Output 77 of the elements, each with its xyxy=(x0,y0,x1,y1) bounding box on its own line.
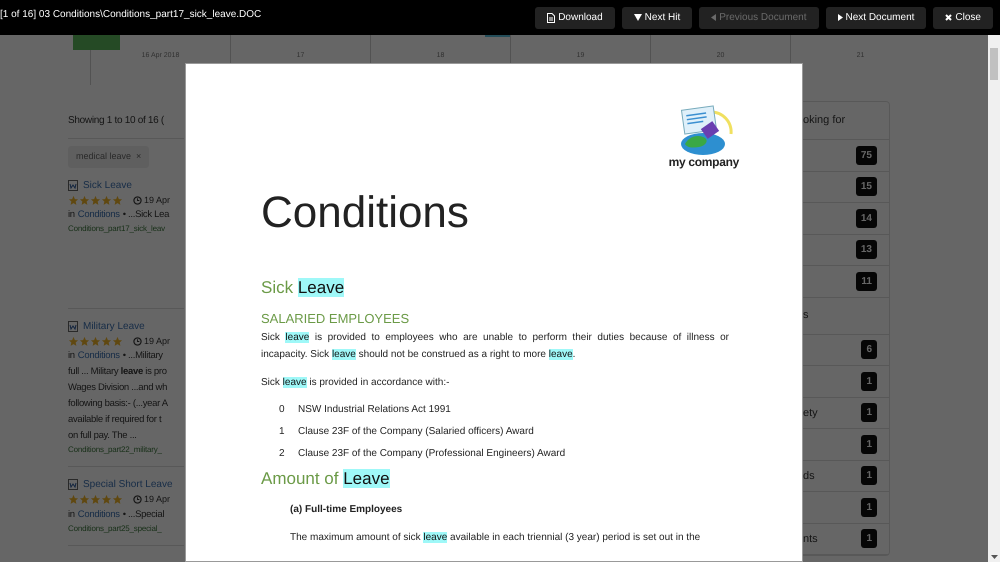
list-number: 1 xyxy=(279,424,286,438)
result-date: 19 Apr xyxy=(144,493,170,506)
count-badge: 1 xyxy=(861,372,877,391)
count-badge: 13 xyxy=(856,240,877,260)
count-badge: 1 xyxy=(861,466,877,486)
facet-heading: s xyxy=(803,308,808,324)
toolbar-button[interactable]: Next Hit xyxy=(622,6,692,28)
document-title: [1 of 16] 03 Conditions\Conditions_part17_sick_leave.DOC xyxy=(0,8,262,22)
list-number: 0 xyxy=(279,402,286,416)
facet-label: nts xyxy=(803,532,818,546)
toolbar-button[interactable]: Close xyxy=(933,6,993,28)
timeline-bar xyxy=(73,35,120,50)
category-link[interactable]: Conditions xyxy=(78,506,120,522)
triangle-down-icon xyxy=(634,14,642,21)
word-document-icon xyxy=(68,180,78,190)
count-badge: 1 xyxy=(861,498,877,517)
result-snippet: full ... Military leave is pro xyxy=(68,365,167,379)
count-badge: 6 xyxy=(861,340,877,360)
count-badge: 1 xyxy=(861,529,877,548)
result-snippet: • ...Special xyxy=(122,508,164,522)
result-filename: Conditions_part22_military_ xyxy=(68,444,162,456)
category-link[interactable]: Conditions xyxy=(78,207,120,223)
result-filename: Conditions_part25_special_ xyxy=(68,522,162,534)
list-item-text: Clause 23F of the Company (Professional Engineers) Award xyxy=(298,446,566,460)
paragraph: The maximum amount of sick leave available in each triennial (3 year) period is set out in the xyxy=(289,530,702,544)
scrollbar[interactable] xyxy=(988,35,1000,562)
list-number: 2 xyxy=(279,446,286,460)
word-document-icon xyxy=(68,479,78,490)
document-heading: Conditions xyxy=(261,191,470,235)
result-title-link[interactable]: Military Leave xyxy=(83,318,145,334)
count-badge: 15 xyxy=(856,177,877,196)
facet-label: ety xyxy=(803,406,818,420)
result-filename: Conditions_part17_sick_leav xyxy=(68,223,165,235)
paragraph: Sick leave is provided to employees who are unable to perform their duties because of illness or incapacity. Sick leave should not be construed as a right to more leave. xyxy=(261,330,729,362)
count-badge: 1 xyxy=(861,403,877,422)
result-date: 19 Apr xyxy=(144,334,170,348)
paragraph: Sick leave is provided in accordance with:- xyxy=(261,376,450,390)
result-title-link[interactable]: Special Short Leave xyxy=(83,477,173,492)
count-badge: 11 xyxy=(856,272,877,291)
clock-icon xyxy=(133,196,142,205)
scroll-down-icon[interactable] xyxy=(990,555,998,559)
result-snippet: • ...Military xyxy=(122,349,163,363)
result-snippet: Wages Division ...and wh xyxy=(68,381,168,395)
list-item-text: NSW Industrial Relations Act 1991 xyxy=(298,402,451,416)
clock-icon xyxy=(133,336,142,346)
count-badge: 14 xyxy=(856,208,877,228)
result-snippet: following basis:- (...year A xyxy=(68,397,168,411)
document-icon xyxy=(547,12,556,22)
count-badge: 1 xyxy=(861,434,877,454)
list-item-text: Clause 23F of the Company (Salaried officers) Award xyxy=(298,424,534,438)
scrollbar-thumb[interactable] xyxy=(990,48,998,80)
category-link[interactable]: Conditions xyxy=(78,348,120,364)
results-summary: Showing 1 to 10 of 16 ( xyxy=(68,114,165,128)
facet-label: ds xyxy=(803,468,815,484)
subsection-heading: (a) Full-time Employees xyxy=(289,502,404,516)
company-logo-text: my company xyxy=(668,154,739,171)
toolbar-button[interactable]: Next Document xyxy=(826,6,926,28)
toolbar-button[interactable]: Download xyxy=(535,6,615,28)
count-badge: 75 xyxy=(856,146,877,165)
result-title-link[interactable]: Sick Leave xyxy=(83,178,132,192)
result-in-label: in xyxy=(68,508,75,522)
result-date: 19 Apr xyxy=(144,194,170,207)
triangle-right-icon xyxy=(838,14,842,21)
facet-heading: oking for xyxy=(803,113,846,128)
triangle-left-icon xyxy=(711,14,716,21)
result-snippet: on full pay. The ... xyxy=(68,429,137,443)
clock-icon xyxy=(133,495,142,504)
result-snippet: • ...Sick Lea xyxy=(122,208,170,222)
timeline-bar xyxy=(485,35,510,37)
section-heading: Sick Leave xyxy=(261,277,346,299)
result-in-label: in xyxy=(68,349,75,363)
result-snippet: available if required for t xyxy=(68,413,162,427)
word-document-icon xyxy=(68,320,78,332)
section-subheading: SALARIED EMPLOYEES xyxy=(261,310,410,328)
close-icon xyxy=(945,14,952,21)
section-heading: Amount of Leave xyxy=(261,468,391,490)
result-in-label: in xyxy=(68,208,75,222)
